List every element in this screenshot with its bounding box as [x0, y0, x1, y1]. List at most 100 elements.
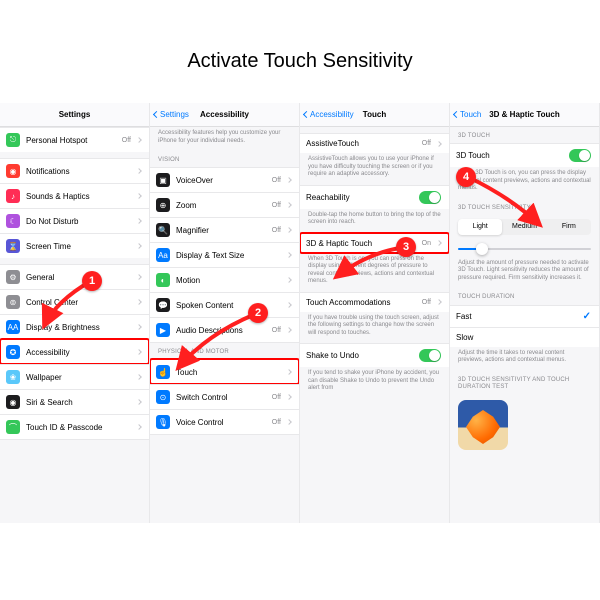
panel-touch: Accessibility Touch AssistiveTouch Off A… [300, 103, 450, 523]
step-badge-1: 1 [82, 271, 102, 291]
note: Adjust the amount of pressure needed to … [450, 257, 599, 289]
row-magnifier[interactable]: 🔍MagnifierOff [150, 217, 299, 242]
group-3dtouch: 3D TOUCH [450, 127, 599, 143]
label: Display & Brightness [26, 323, 131, 332]
label: General [26, 273, 131, 282]
row-voiceover[interactable]: ▣VoiceOverOff [150, 167, 299, 192]
value: Off [272, 327, 281, 334]
row-siri-search[interactable]: ◉Siri & Search [0, 389, 149, 414]
value: Off [422, 140, 431, 147]
label: Magnifier [176, 226, 266, 235]
row-accessibility[interactable]: ✪Accessibility [0, 339, 149, 364]
back-button[interactable]: Touch [454, 110, 481, 119]
chevron-right-icon [136, 424, 142, 430]
toggle-reachability[interactable] [419, 191, 441, 204]
label: Audio Descriptions [176, 326, 266, 335]
row-wallpaper[interactable]: ❀Wallpaper [0, 364, 149, 389]
label: Display & Text Size [176, 251, 281, 260]
nav-title: Settings [59, 110, 91, 119]
label: Voice Control [176, 418, 266, 427]
row-audio-descriptions[interactable]: ▶ Audio Descriptions Off [150, 317, 299, 343]
seg-light[interactable]: Light [458, 219, 502, 235]
chevron-right-icon [136, 168, 142, 174]
value: Off [272, 177, 281, 184]
back-label: Settings [160, 110, 189, 119]
nav-title: Accessibility [200, 110, 249, 119]
row-display-brightness[interactable]: AA Display & Brightness [0, 314, 149, 339]
row-touch-accommodations[interactable]: Touch Accommodations Off [300, 292, 449, 312]
nav-bar: Touch 3D & Haptic Touch [450, 103, 599, 127]
row-zoom[interactable]: ⊕ZoomOff [150, 192, 299, 217]
note: If you tend to shake your iPhone by acci… [300, 367, 449, 399]
row-assistivetouch[interactable]: AssistiveTouch Off [300, 133, 449, 153]
intro-text: Accessibility features help you customiz… [150, 127, 299, 151]
app-icon: ♪ [6, 189, 20, 203]
app-icon: ◐ [156, 273, 170, 287]
back-label: Accessibility [310, 110, 354, 119]
row-touch[interactable]: ☝Touch [150, 359, 299, 384]
row-switch-control[interactable]: ⊙Switch ControlOff [150, 384, 299, 409]
value: Off [122, 137, 131, 144]
chevron-right-icon [136, 324, 142, 330]
label: AssistiveTouch [306, 139, 416, 148]
sensitivity-slider[interactable] [458, 243, 591, 255]
row-fast[interactable]: Fast ✓ [450, 305, 599, 327]
chevron-right-icon [136, 218, 142, 224]
app-icon: ☾ [6, 214, 20, 228]
chevron-right-icon [136, 299, 142, 305]
label: Touch [176, 368, 281, 377]
row-reachability[interactable]: Reachability [300, 185, 449, 209]
step-badge-2: 2 [248, 303, 268, 323]
toggle-3d-touch[interactable] [569, 149, 591, 162]
note: Double-tap the home button to bring the … [300, 209, 449, 233]
label: Zoom [176, 201, 266, 210]
label: Accessibility [26, 348, 131, 357]
label: Sounds & Haptics [26, 192, 131, 201]
row-screen-time[interactable]: ⌛Screen Time [0, 233, 149, 258]
sensitivity-segment[interactable]: Light Medium Firm [458, 219, 591, 235]
test-image[interactable] [458, 400, 508, 450]
chevron-right-icon [286, 370, 292, 376]
row-control-center[interactable]: ⊚Control Center [0, 289, 149, 314]
panel-settings: Settings ⎋Personal HotspotOff ◉Notificati… [0, 103, 150, 523]
back-button[interactable]: Settings [154, 110, 189, 119]
row-personal-hotspot[interactable]: ⎋Personal HotspotOff [0, 127, 149, 152]
chevron-right-icon [286, 177, 292, 183]
app-icon: ▶ [156, 323, 170, 337]
back-button[interactable]: Accessibility [304, 110, 354, 119]
row-display-text-size[interactable]: Aa Display & Text Size [150, 242, 299, 267]
seg-firm[interactable]: Firm [547, 219, 591, 235]
row-spoken-content[interactable]: 💬Spoken Content [150, 292, 299, 317]
row-general[interactable]: ⚙General [0, 264, 149, 289]
row-sounds-haptics[interactable]: ♪ Sounds & Haptics [0, 183, 149, 208]
back-label: Touch [460, 110, 481, 119]
toggle-shake[interactable] [419, 349, 441, 362]
group-duration: TOUCH DURATION [450, 288, 599, 304]
panel-accessibility: Settings Accessibility Accessibility fea… [150, 103, 300, 523]
row-3d-haptic-touch[interactable]: 3D & Haptic Touch On [300, 233, 449, 253]
row-3d-touch[interactable]: 3D Touch [450, 143, 599, 167]
chevron-right-icon [286, 252, 292, 258]
row-motion[interactable]: ◐Motion [150, 267, 299, 292]
app-icon: ⊕ [156, 198, 170, 212]
nav-bar: Settings Accessibility [150, 103, 299, 127]
app-icon: AA [6, 320, 20, 334]
chevron-right-icon [286, 395, 292, 401]
chevron-right-icon [436, 141, 442, 147]
seg-medium[interactable]: Medium [502, 219, 546, 235]
row-slow[interactable]: Slow [450, 327, 599, 347]
label: Reachability [306, 193, 413, 202]
row-touch-id-passcode[interactable]: ⌒Touch ID & Passcode [0, 414, 149, 440]
row-notifications[interactable]: ◉Notifications [0, 158, 149, 183]
chevron-right-icon [136, 274, 142, 280]
app-icon: ▣ [156, 173, 170, 187]
page-title: Activate Touch Sensitivity [0, 0, 600, 103]
chevron-left-icon [453, 111, 460, 118]
step-badge-3: 3 [396, 237, 416, 257]
chevron-right-icon [286, 202, 292, 208]
app-icon: Aa [156, 248, 170, 262]
row-shake-to-undo[interactable]: Shake to Undo [300, 343, 449, 367]
row-voice-control[interactable]: 🎙Voice ControlOff [150, 409, 299, 435]
app-icon: 🔍 [156, 223, 170, 237]
row-do-not-disturb[interactable]: ☾Do Not Disturb [0, 208, 149, 233]
